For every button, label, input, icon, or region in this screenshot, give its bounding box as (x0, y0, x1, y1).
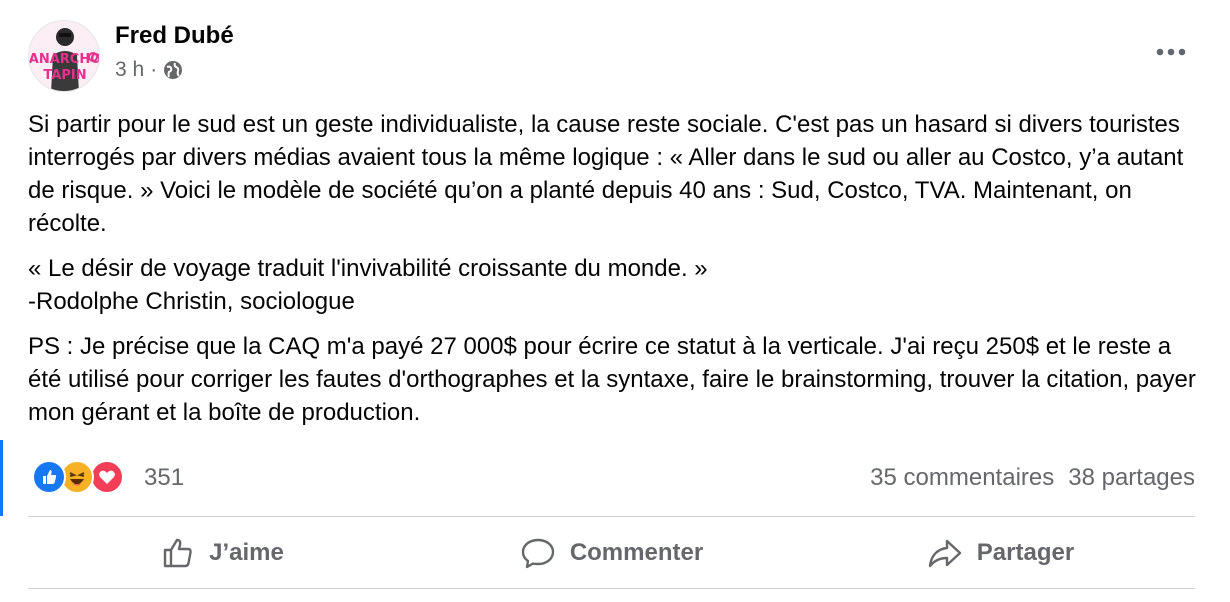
avatar-image: ANARCHO TAPIN (29, 21, 99, 91)
share-label: Partager (976, 539, 1075, 566)
like-button[interactable]: J’aime (28, 518, 417, 588)
globe-icon (163, 60, 183, 80)
divider (28, 516, 1195, 517)
author-name[interactable]: Fred Dubé (115, 22, 234, 50)
meta-separator: · (150, 58, 158, 81)
post-meta: 3 h · (115, 58, 183, 82)
post-stats: 35 commentaires 38 partages (870, 464, 1195, 492)
share-icon (928, 539, 961, 568)
shares-count[interactable]: 38 partages (1068, 464, 1195, 492)
post-timestamp[interactable]: 3 h (115, 58, 144, 82)
reactions-bar: 351 35 commentaires 38 partages (28, 458, 1195, 498)
reaction-icons[interactable] (32, 460, 132, 496)
avatar[interactable]: ANARCHO TAPIN (28, 20, 100, 92)
reaction-count[interactable]: 351 (144, 464, 184, 492)
like-icon (32, 460, 66, 494)
comment-label: Commenter (569, 539, 704, 566)
share-button[interactable]: Partager (806, 518, 1195, 588)
post-header: ANARCHO TAPIN Fred Dubé 3 h · (28, 18, 1203, 92)
post-paragraph: PS : Je précise que la CAQ m'a payé 27 0… (28, 333, 1196, 426)
post-body: Si partir pour le sud est un geste indiv… (28, 108, 1198, 441)
comment-icon (521, 538, 555, 569)
like-label: J’aime (209, 539, 284, 566)
svg-text:TAPIN: TAPIN (43, 68, 86, 83)
left-accent-bar (0, 440, 3, 516)
comments-count[interactable]: 35 commentaires (870, 464, 1054, 492)
post-quote: « Le désir de voyage traduit l'invivabil… (28, 255, 708, 282)
comment-button[interactable]: Commenter (417, 518, 806, 588)
post-actions: J’aime Commenter Partager (28, 518, 1195, 588)
thumbs-up-icon (163, 538, 192, 568)
more-options-button[interactable] (1151, 40, 1191, 64)
divider (28, 588, 1195, 589)
post-paragraph: Si partir pour le sud est un geste indiv… (28, 111, 1184, 237)
more-icon (1156, 48, 1186, 56)
post-quote-attribution: -Rodolphe Christin, sociologue (28, 288, 355, 315)
love-icon (90, 460, 124, 494)
